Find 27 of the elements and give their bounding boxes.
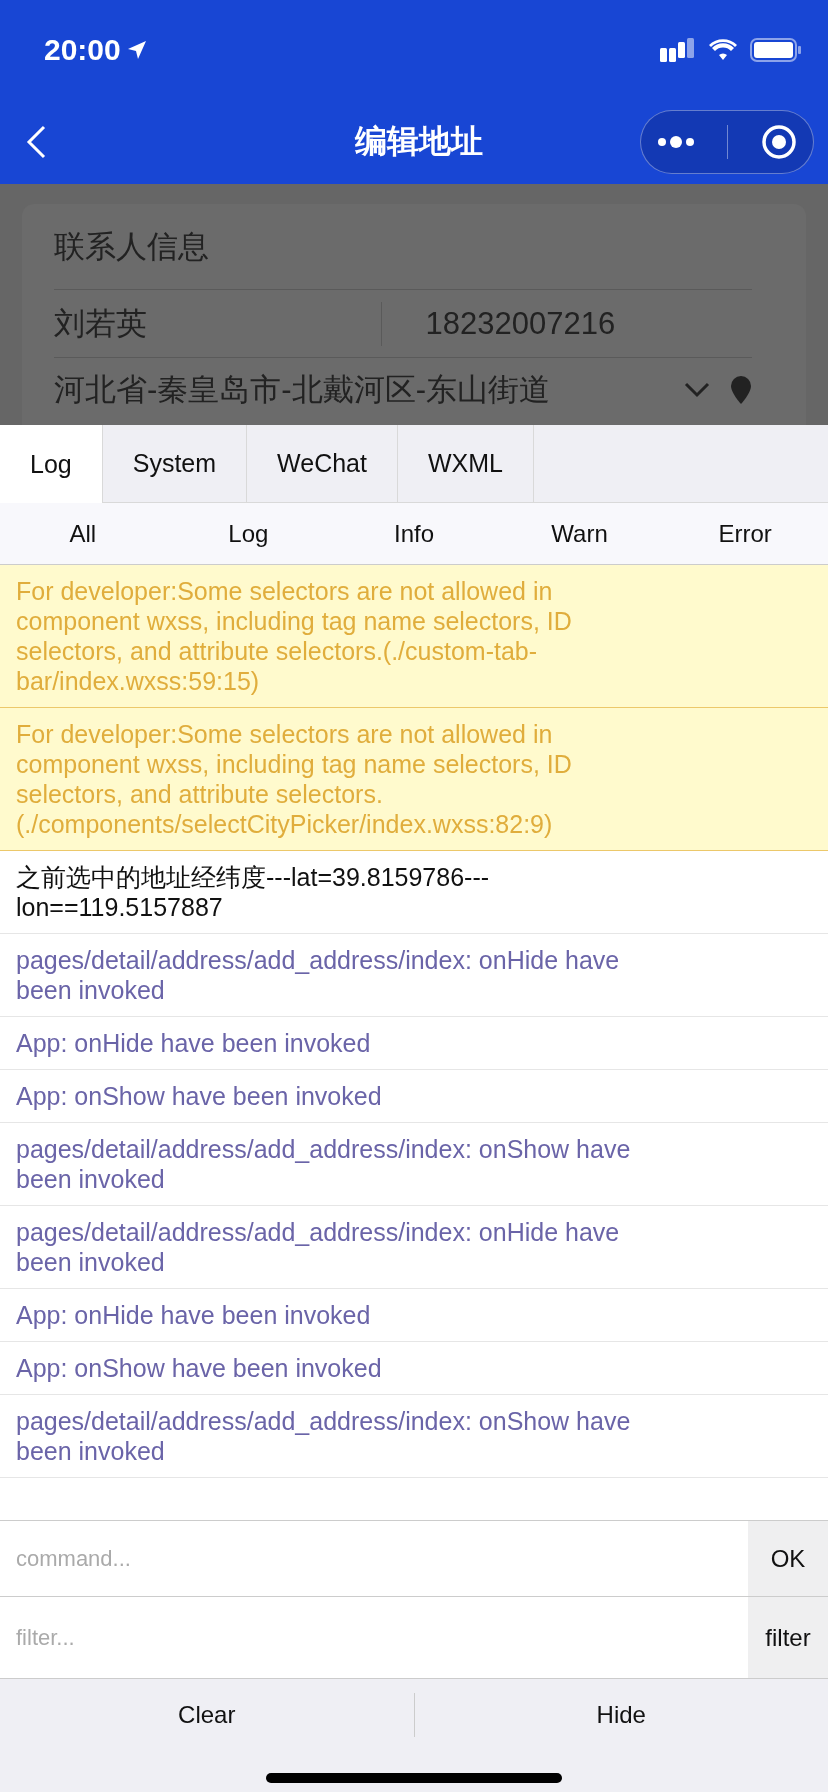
location-arrow-icon [126, 40, 147, 60]
close-button[interactable] [760, 124, 797, 160]
signal-icon [660, 38, 696, 62]
console-tab[interactable]: WXML [397, 425, 534, 503]
section-title: 联系人信息 [54, 227, 209, 266]
status-time: 20:00 [44, 33, 147, 67]
filter-button[interactable]: filter [748, 1597, 828, 1678]
level-filter-tab[interactable]: Warn [496, 503, 663, 564]
console-tab[interactable]: WeChat [247, 425, 398, 503]
back-button[interactable] [24, 124, 48, 160]
wifi-icon [708, 39, 738, 61]
level-filter-tab[interactable]: Log [165, 503, 332, 564]
battery-icon [750, 38, 802, 62]
map-pin-icon[interactable] [730, 375, 752, 405]
log-entry: For developer:Some selectors are not allowed in component wxss, including tag name selectors, ID selectors, and attribute selectors. (./components/selectCityPicker/index.wxss:82:9) [0, 708, 828, 851]
more-button[interactable] [657, 135, 696, 149]
ok-button[interactable]: OK [748, 1521, 828, 1596]
console-tab[interactable]: Log [0, 425, 103, 503]
chevron-down-icon [684, 382, 710, 398]
hide-button[interactable]: Hide [414, 1679, 828, 1751]
console-tab[interactable]: System [102, 425, 248, 503]
log-entry: For developer:Some selectors are not allowed in component wxss, including tag name selectors, ID selectors, and attribute selectors.(./custom-tab-bar/index.wxss:59:15) [0, 565, 828, 708]
level-filter-tab[interactable]: All [0, 503, 166, 564]
level-filter-tab[interactable]: Info [331, 503, 497, 564]
level-filter-tab[interactable]: Error [662, 503, 828, 564]
clear-button[interactable]: Clear [0, 1679, 414, 1751]
page-title: 编辑地址 [354, 122, 484, 161]
